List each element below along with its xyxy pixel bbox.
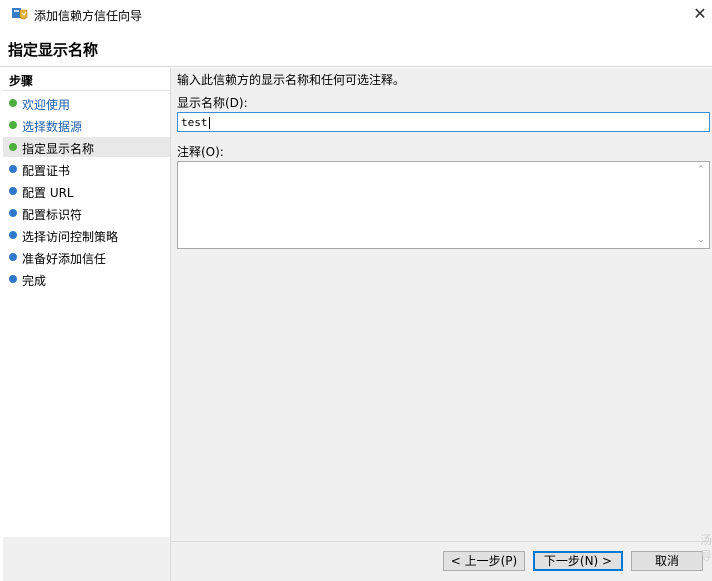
step-pending-icon: [9, 253, 17, 261]
step-label: 指定显示名称: [22, 142, 95, 156]
notes-textarea[interactable]: ⌃ ⌄: [177, 161, 710, 249]
step-pending-icon: [9, 165, 17, 173]
next-button[interactable]: 下一步(N) >: [533, 551, 623, 571]
step-configure-identifiers: 配置标识符: [3, 203, 170, 223]
steps-divider: [3, 90, 170, 91]
display-name-label: 显示名称(D):: [177, 96, 248, 110]
wizard-shield-icon: [11, 5, 29, 23]
step-label: 准备好添加信任: [22, 252, 107, 266]
step-label: 完成: [22, 274, 47, 288]
step-label: 选择数据源: [22, 120, 83, 134]
footer-divider: [171, 541, 712, 542]
step-access-control-policy: 选择访问控制策略: [3, 225, 170, 245]
step-welcome[interactable]: 欢迎使用: [3, 93, 170, 113]
step-select-data-source[interactable]: 选择数据源: [3, 115, 170, 135]
page-title: 指定显示名称: [8, 41, 99, 59]
header-divider: [0, 66, 712, 67]
description-text: 输入此信赖方的显示名称和任何可选注释。: [177, 73, 406, 87]
step-pending-icon: [9, 187, 17, 195]
back-button[interactable]: < 上一步(P): [443, 551, 525, 571]
scroll-up-arrow-icon[interactable]: ⌃: [695, 164, 707, 176]
step-pending-icon: [9, 275, 17, 283]
display-name-value: test: [181, 116, 208, 129]
steps-label: 步骤: [9, 74, 34, 88]
notes-label: 注释(O):: [177, 145, 224, 159]
step-configure-certificate: 配置证书: [3, 159, 170, 179]
text-caret: [208, 117, 210, 129]
step-finish: 完成: [3, 269, 170, 289]
step-ready-to-add: 准备好添加信任: [3, 247, 170, 267]
step-specify-display-name[interactable]: 指定显示名称: [3, 137, 170, 157]
page-header: 指定显示名称: [0, 30, 712, 66]
step-complete-icon: [9, 99, 17, 107]
step-label: 选择访问控制策略: [22, 230, 119, 244]
scroll-down-arrow-icon[interactable]: ⌄: [695, 234, 707, 246]
step-configure-url: 配置 URL: [3, 181, 170, 201]
step-label: 配置 URL: [22, 186, 74, 200]
step-label: 配置证书: [22, 164, 71, 178]
display-name-input[interactable]: test: [177, 112, 710, 132]
step-label: 欢迎使用: [22, 98, 71, 112]
step-pending-icon: [9, 209, 17, 217]
sidebar-footer: [3, 537, 170, 581]
main-content: 输入此信赖方的显示名称和任何可选注释。 显示名称(D): test 注释(O):…: [171, 68, 712, 541]
cancel-button[interactable]: 取消: [631, 551, 703, 571]
window-title: 添加信赖方信任向导: [34, 9, 143, 23]
step-complete-icon: [9, 121, 17, 129]
button-bar: < 上一步(P) 下一步(N) > 取消: [171, 541, 712, 581]
close-button[interactable]: ✕: [690, 4, 710, 24]
step-current-icon: [9, 143, 17, 151]
watermark-text: 汤导: [700, 533, 712, 563]
title-bar: 添加信赖方信任向导 ✕: [0, 0, 712, 30]
step-label: 配置标识符: [22, 208, 83, 222]
steps-sidebar: 步骤 欢迎使用 选择数据源 指定显示名称 配置证书 配置 URL 配置标识符 选…: [3, 68, 171, 581]
step-pending-icon: [9, 231, 17, 239]
